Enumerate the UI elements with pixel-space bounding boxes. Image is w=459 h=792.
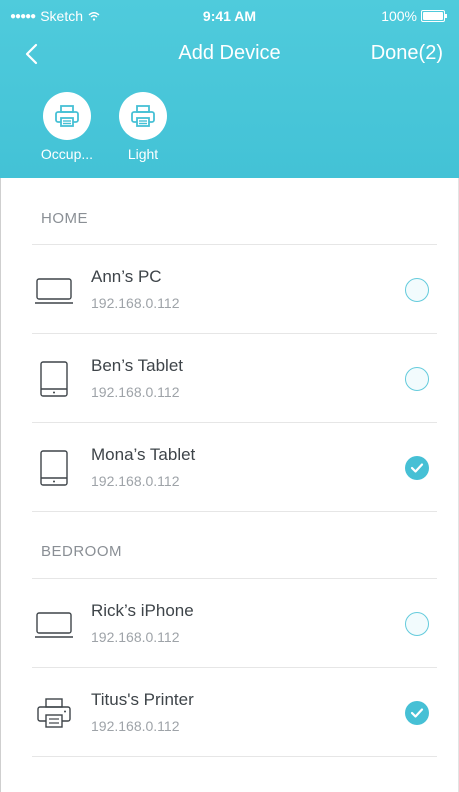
battery: 100% [381,8,447,24]
select-radio[interactable] [405,278,429,302]
device-name: Mona’s Tablet [91,445,196,464]
done-button[interactable]: Done(2) [371,42,443,65]
quick-item-label: Occup... [40,146,94,162]
device-ip: 192.168.0.112 [91,629,180,645]
quick-item-label: Light [127,146,159,162]
selected-devices-bar: Occup... Light [40,92,192,162]
select-radio-checked[interactable] [405,701,429,725]
section-header-home: HOME [41,209,88,227]
device-list: HOME Ann’s PC 192.168.0.112 Ben’s Tablet… [0,178,459,757]
device-ip: 192.168.0.112 [91,295,180,311]
tablet-icon [40,361,68,397]
device-row-ricks-iphone[interactable]: Rick’s iPhone 192.168.0.112 [0,579,459,667]
tablet-icon [40,450,68,486]
device-name: Ann’s PC [91,267,162,286]
device-row-bens-tablet[interactable]: Ben’s Tablet 192.168.0.112 [0,334,459,422]
printer-icon [37,698,71,728]
laptop-icon [35,612,73,638]
status-bar: ●●●●● Sketch 9:41 AM 100% [0,0,459,32]
device-row-titus-printer[interactable]: Titus's Printer 192.168.0.112 [0,668,459,756]
divider [32,756,437,757]
device-name: Rick’s iPhone [91,601,194,620]
section-header-bedroom: BEDROOM [41,542,123,560]
checkmark-icon [410,463,424,473]
device-ip: 192.168.0.112 [91,473,180,489]
quick-item-occupancy[interactable]: Occup... [32,92,102,162]
laptop-icon [35,278,73,304]
device-name: Titus's Printer [91,690,194,709]
quick-item-circle [119,92,167,140]
printer-icon [131,105,155,127]
battery-icon [421,10,447,22]
device-ip: 192.168.0.112 [91,384,180,400]
nav-bar: Add Device Done(2) [0,32,459,76]
select-radio[interactable] [405,612,429,636]
device-ip: 192.168.0.112 [91,718,180,734]
device-row-monas-tablet[interactable]: Mona’s Tablet 192.168.0.112 [0,423,459,511]
battery-percent: 100% [381,8,417,24]
quick-item-light[interactable]: Light [108,92,178,162]
device-name: Ben’s Tablet [91,356,183,375]
select-radio[interactable] [405,367,429,391]
quick-item-circle [43,92,91,140]
printer-icon [55,105,79,127]
checkmark-icon [410,708,424,718]
header: ●●●●● Sketch 9:41 AM 100% Add Device Don… [0,0,459,178]
device-row-anns-pc[interactable]: Ann’s PC 192.168.0.112 [0,245,459,333]
select-radio-checked[interactable] [405,456,429,480]
